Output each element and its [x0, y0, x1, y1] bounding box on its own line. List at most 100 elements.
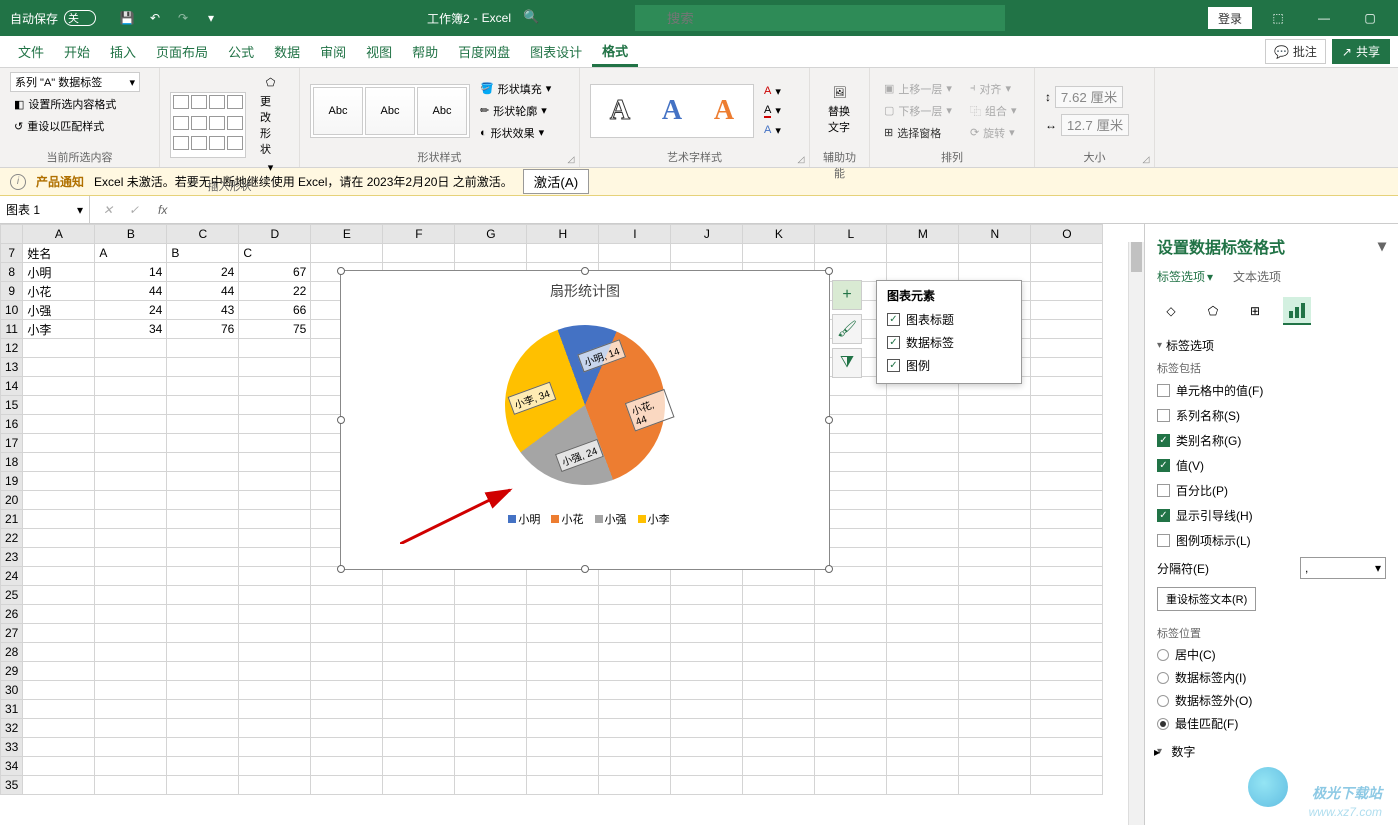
cell[interactable] — [887, 662, 959, 681]
cell[interactable] — [959, 244, 1031, 263]
cell[interactable] — [311, 586, 383, 605]
cell[interactable] — [815, 757, 887, 776]
cell[interactable] — [167, 510, 239, 529]
cell[interactable] — [959, 415, 1031, 434]
cell[interactable] — [1031, 510, 1103, 529]
cell[interactable] — [311, 681, 383, 700]
scrollbar-thumb[interactable] — [1131, 242, 1142, 272]
cell[interactable] — [959, 453, 1031, 472]
row-header[interactable]: 19 — [1, 472, 23, 491]
data-label-1[interactable]: 小花, 44 — [625, 389, 675, 432]
cell[interactable] — [959, 263, 1031, 282]
cell[interactable] — [1031, 548, 1103, 567]
resize-handle[interactable] — [581, 565, 589, 573]
tab-chart-design[interactable]: 图表设计 — [520, 36, 592, 67]
cell[interactable] — [167, 472, 239, 491]
cell[interactable] — [671, 662, 743, 681]
cell[interactable] — [671, 719, 743, 738]
cell[interactable] — [383, 605, 455, 624]
cell[interactable] — [1031, 681, 1103, 700]
cell[interactable] — [23, 339, 95, 358]
cell[interactable] — [1031, 757, 1103, 776]
cell[interactable] — [887, 510, 959, 529]
cell[interactable] — [311, 662, 383, 681]
cell[interactable] — [527, 776, 599, 795]
cell[interactable] — [527, 757, 599, 776]
cell[interactable] — [455, 586, 527, 605]
cell[interactable]: 小李 — [23, 320, 95, 339]
cell[interactable] — [239, 567, 311, 586]
cell[interactable] — [23, 529, 95, 548]
alt-text-button[interactable]: 🖼替换文字 — [820, 82, 859, 139]
cell[interactable] — [887, 434, 959, 453]
cell[interactable] — [959, 491, 1031, 510]
cell[interactable] — [95, 453, 167, 472]
cell[interactable] — [671, 681, 743, 700]
cell[interactable] — [743, 738, 815, 757]
cell[interactable] — [23, 415, 95, 434]
autosave-toggle[interactable] — [64, 10, 96, 26]
cell[interactable] — [383, 586, 455, 605]
cell[interactable] — [743, 757, 815, 776]
cell[interactable] — [527, 624, 599, 643]
cell[interactable] — [95, 700, 167, 719]
cell[interactable] — [887, 586, 959, 605]
cell[interactable] — [671, 700, 743, 719]
cell[interactable] — [887, 396, 959, 415]
style-preset-1[interactable]: Abc — [313, 87, 363, 135]
cell[interactable] — [167, 415, 239, 434]
cell[interactable] — [1031, 738, 1103, 757]
cell[interactable] — [959, 719, 1031, 738]
cell[interactable] — [959, 567, 1031, 586]
cell[interactable] — [167, 491, 239, 510]
cell[interactable] — [95, 377, 167, 396]
cell[interactable] — [239, 415, 311, 434]
row-header[interactable]: 7 — [1, 244, 23, 263]
cell[interactable] — [599, 738, 671, 757]
cell[interactable] — [311, 643, 383, 662]
row-header[interactable]: 35 — [1, 776, 23, 795]
cell[interactable] — [1031, 472, 1103, 491]
cell[interactable] — [959, 662, 1031, 681]
cell[interactable] — [455, 700, 527, 719]
cell[interactable] — [599, 700, 671, 719]
wordart-preset-3[interactable]: A — [699, 89, 749, 133]
cell[interactable] — [1031, 396, 1103, 415]
checkbox[interactable] — [1157, 459, 1170, 472]
cell[interactable] — [167, 757, 239, 776]
cell[interactable]: 43 — [167, 301, 239, 320]
cell[interactable] — [959, 529, 1031, 548]
cell[interactable] — [167, 453, 239, 472]
row-header[interactable]: 29 — [1, 662, 23, 681]
cell[interactable] — [1031, 320, 1103, 339]
tab-baidu[interactable]: 百度网盘 — [448, 36, 520, 67]
cell[interactable] — [671, 624, 743, 643]
col-header[interactable]: M — [887, 225, 959, 244]
include-option-5[interactable]: 显示引导线(H) — [1157, 503, 1386, 528]
cell[interactable] — [239, 377, 311, 396]
cell[interactable] — [1031, 244, 1103, 263]
cell[interactable] — [599, 662, 671, 681]
resize-handle[interactable] — [825, 267, 833, 275]
text-fill-button[interactable]: A▾ — [760, 83, 785, 100]
cell[interactable] — [671, 643, 743, 662]
save-icon[interactable]: 💾 — [118, 9, 136, 27]
cell[interactable] — [23, 624, 95, 643]
tab-file[interactable]: 文件 — [8, 36, 54, 67]
cell[interactable] — [167, 719, 239, 738]
col-header[interactable]: A — [23, 225, 95, 244]
cell[interactable]: A — [95, 244, 167, 263]
cell[interactable] — [599, 643, 671, 662]
cell[interactable] — [311, 738, 383, 757]
cell[interactable] — [239, 529, 311, 548]
cell[interactable] — [383, 738, 455, 757]
shape-effects-button[interactable]: ◐形状效果▾ — [476, 123, 555, 143]
tab-layout[interactable]: 页面布局 — [146, 36, 218, 67]
radio[interactable] — [1157, 718, 1169, 730]
position-option-1[interactable]: 数据标签内(I) — [1157, 666, 1386, 689]
cell[interactable] — [671, 776, 743, 795]
cell[interactable] — [815, 244, 887, 263]
cell[interactable] — [239, 548, 311, 567]
wordart-preset-2[interactable]: A — [647, 89, 697, 133]
cell[interactable] — [455, 776, 527, 795]
